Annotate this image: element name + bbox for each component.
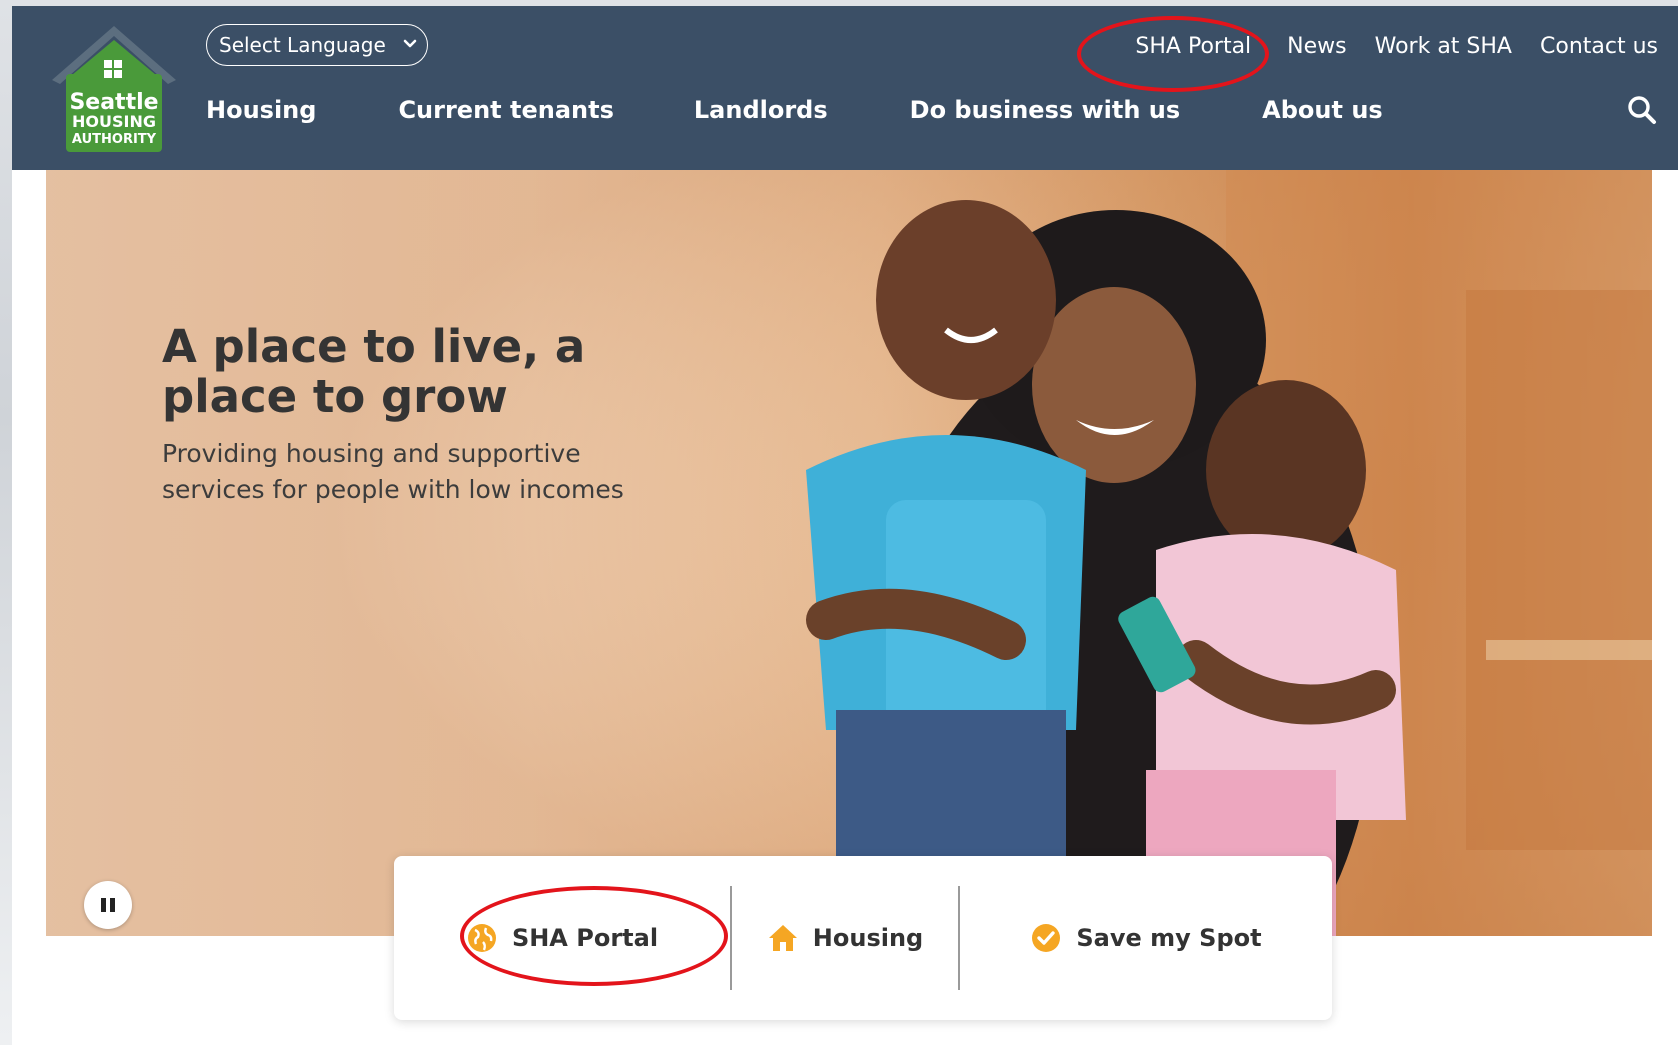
quick-link-sha-portal[interactable]: SHA Portal — [394, 856, 730, 1020]
quick-links-card: SHA Portal Housing Save my Spot — [394, 856, 1332, 1020]
quick-link-housing[interactable]: Housing — [732, 856, 958, 1020]
hero-banner: A place to live, a place to grow Providi… — [46, 170, 1652, 936]
seattle-housing-authority-logo[interactable]: Seattle HOUSING AUTHORITY — [46, 24, 182, 154]
pause-icon — [101, 898, 106, 912]
hero-subtitle: Providing housing and supportive service… — [162, 439, 624, 504]
globe-icon — [467, 924, 496, 952]
quick-link-save-my-spot[interactable]: Save my Spot — [960, 856, 1332, 1020]
nav-link-landlords[interactable]: Landlords — [694, 96, 828, 124]
nav-link-housing[interactable]: Housing — [206, 96, 316, 124]
home-icon — [768, 925, 797, 951]
util-link-contact-us[interactable]: Contact us — [1540, 34, 1658, 59]
util-link-news[interactable]: News — [1287, 34, 1346, 59]
main-nav: Housing Current tenants Landlords Do bus… — [206, 88, 1383, 132]
pause-icon-bar — [110, 898, 115, 912]
check-circle-icon — [1032, 924, 1061, 952]
util-link-sha-portal[interactable]: SHA Portal — [1135, 34, 1251, 59]
svg-text:HOUSING: HOUSING — [72, 112, 156, 131]
utility-nav: SHA Portal News Work at SHA Contact us — [1077, 15, 1658, 92]
site-root: Seattle HOUSING AUTHORITY Select Languag… — [12, 6, 1678, 1045]
language-select[interactable]: Select Language — [206, 24, 428, 66]
svg-text:AUTHORITY: AUTHORITY — [72, 132, 157, 147]
util-link-work-at-sha[interactable]: Work at SHA — [1375, 34, 1512, 59]
search-button[interactable] — [1624, 92, 1660, 128]
hero-title: A place to live, a place to grow — [162, 320, 586, 423]
search-icon — [1628, 96, 1656, 124]
nav-link-current-tenants[interactable]: Current tenants — [398, 96, 613, 124]
quick-link-label: SHA Portal — [511, 924, 659, 952]
hero-text-block: A place to live, a place to grow Providi… — [162, 322, 682, 508]
nav-link-about-us[interactable]: About us — [1262, 96, 1383, 124]
nav-link-do-business[interactable]: Do business with us — [910, 96, 1181, 124]
quick-link-label: Save my Spot — [1076, 924, 1262, 952]
sha-portal-highlight-wrap: SHA Portal — [1077, 15, 1270, 92]
hero-family-photo — [46, 170, 1652, 936]
slideshow-pause-button[interactable] — [84, 881, 132, 929]
site-header: Seattle HOUSING AUTHORITY Select Languag… — [12, 6, 1678, 170]
quick-link-label: Housing — [812, 924, 924, 952]
